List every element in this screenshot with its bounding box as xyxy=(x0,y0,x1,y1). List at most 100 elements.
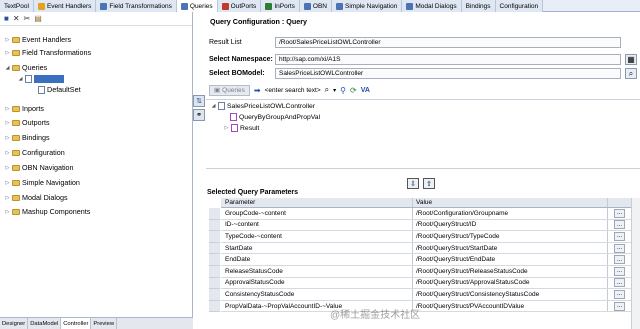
tree-item-bindings[interactable]: ▷ Bindings xyxy=(5,133,50,142)
row-selector[interactable] xyxy=(209,208,220,220)
tab-queries[interactable]: Queries xyxy=(176,0,218,12)
row-selector[interactable] xyxy=(209,300,220,313)
row-selector[interactable] xyxy=(209,289,220,301)
browse-button[interactable]: ... xyxy=(614,255,625,265)
query-tree-item[interactable]: ▷ Result xyxy=(224,124,259,132)
tab-configuration[interactable]: Configuration xyxy=(495,0,544,12)
result-list-field[interactable]: /Root/SalesPriceListOWLController xyxy=(275,37,621,48)
filter-icon[interactable]: VA xyxy=(361,87,370,94)
row-selector[interactable] xyxy=(209,219,220,232)
value-cell[interactable]: /Root/Configuration/Groupname xyxy=(413,208,608,219)
tree-item-simple-navigation[interactable]: ▷ Simple Navigation xyxy=(5,178,80,187)
namespace-select[interactable]: http://sap.com/xi/A1S xyxy=(275,54,621,65)
tab-obn[interactable]: OBN xyxy=(299,0,332,12)
browse-button[interactable]: ... xyxy=(614,220,625,230)
tab-outports[interactable]: OutPorts xyxy=(217,0,262,12)
expand-icon[interactable]: ▷ xyxy=(5,37,10,43)
tree-item-inports[interactable]: ▷ Inports xyxy=(5,104,44,113)
query-builder-icon[interactable]: ⇅ xyxy=(193,95,205,107)
tree-item-queries[interactable]: ◢ Queries xyxy=(5,63,48,72)
expand-icon[interactable]: ▷ xyxy=(5,209,10,215)
tab-event-handlers[interactable]: Event Handlers xyxy=(33,0,97,12)
tab-designer[interactable]: Designer xyxy=(0,318,29,329)
row-selector[interactable] xyxy=(209,254,220,266)
table-row[interactable]: ReleaseStatusCode /Root/QueryStruct/Rele… xyxy=(221,265,631,278)
tab-inports[interactable]: InPorts xyxy=(261,0,300,12)
browse-button[interactable]: ... xyxy=(614,278,625,288)
tab-field-transformations[interactable]: Field Transformations xyxy=(96,0,177,12)
value-cell[interactable]: /Root/QueryStruct/ConsistencyStatusCode xyxy=(413,289,608,300)
namespace-lookup-icon[interactable]: ▦ xyxy=(625,54,637,65)
row-selector[interactable] xyxy=(209,242,220,255)
column-header-value[interactable]: Value xyxy=(413,198,608,207)
browse-button[interactable]: ... xyxy=(614,301,625,311)
browse-button[interactable]: ... xyxy=(614,243,625,253)
expand-icon[interactable]: ▷ xyxy=(5,120,10,126)
tree-item-outports[interactable]: ▷ Outports xyxy=(5,118,50,127)
arrow-right-icon[interactable]: ➡ xyxy=(254,86,261,95)
collapse-icon[interactable]: ◢ xyxy=(211,103,216,109)
tree-item-field-transformations[interactable]: ▷ Field Transformations xyxy=(5,48,92,57)
value-cell[interactable]: /Root/QueryStruct/ReleaseStatusCode xyxy=(413,265,608,277)
table-row[interactable]: TypeCode-~content /Root/QueryStruct/Type… xyxy=(221,231,631,243)
tab-modal-dialogs[interactable]: Modal Dialogs xyxy=(402,0,462,12)
value-cell[interactable]: /Root/QueryStruct/EndDate xyxy=(413,254,608,265)
table-row[interactable]: ConsistencyStatusCode /Root/QueryStruct/… xyxy=(221,289,631,301)
column-header-parameter[interactable]: Parameter xyxy=(221,198,413,207)
browse-button[interactable]: ... xyxy=(614,289,625,299)
value-cell[interactable]: /Root/QueryStruct/ApprovalStatusCode xyxy=(413,277,608,289)
remove-parameter-icon[interactable]: ⇧ xyxy=(423,178,435,189)
refresh-icon[interactable]: ⟳ xyxy=(350,86,357,95)
expand-icon[interactable]: ▷ xyxy=(5,195,10,201)
tree-item-configuration[interactable]: ▷ Configuration xyxy=(5,148,65,157)
expand-icon[interactable]: ▷ xyxy=(5,165,10,171)
tab-bindings[interactable]: Bindings xyxy=(461,0,496,12)
tree-item-defaultset[interactable]: DefaultSet xyxy=(38,85,81,94)
tree-item-event-handlers[interactable]: ▷ Event Handlers xyxy=(5,35,72,44)
query-tree-root[interactable]: ◢ SalesPriceListOWLController xyxy=(211,102,315,110)
tab-simple-navigation[interactable]: Simple Navigation xyxy=(332,0,403,12)
add-parameter-icon[interactable]: ⇩ xyxy=(407,178,419,189)
table-row[interactable]: StartDate /Root/QueryStruct/StartDate ..… xyxy=(221,242,631,255)
value-cell[interactable]: /Root/QueryStruct/ID xyxy=(413,219,608,231)
browse-button[interactable]: ... xyxy=(614,266,625,276)
queries-button[interactable]: ▣ Queries xyxy=(209,84,250,96)
query-tree-item[interactable]: QueryByGroupAndPropVal xyxy=(230,113,320,121)
tree-item-obn-navigation[interactable]: ▷ OBN Navigation xyxy=(5,163,74,172)
value-cell[interactable]: /Root/QueryStruct/PVAccountIDValue xyxy=(413,300,608,312)
collapse-icon[interactable]: ◢ xyxy=(5,65,10,71)
save-icon[interactable]: ■ xyxy=(4,14,9,23)
expand-icon[interactable]: ▷ xyxy=(5,180,10,186)
tab-controller[interactable]: Controller xyxy=(61,318,92,329)
table-row[interactable]: GroupCode-~content /Root/Configuration/G… xyxy=(221,208,631,220)
expand-icon[interactable]: ▷ xyxy=(5,150,10,156)
tab-textpool[interactable]: TextPool xyxy=(0,0,34,12)
expand-icon[interactable]: ▷ xyxy=(5,50,10,56)
row-selector[interactable] xyxy=(209,266,220,278)
table-row[interactable]: PropValData-~PropValAccountID-~Value /Ro… xyxy=(221,300,631,313)
expand-icon[interactable]: ▷ xyxy=(224,125,229,131)
collapse-icon[interactable]: ◢ xyxy=(18,76,23,82)
paste-icon[interactable]: ▤ xyxy=(34,14,42,23)
expand-icon[interactable]: ▷ xyxy=(5,106,10,112)
value-cell[interactable]: /Root/QueryStruct/StartDate xyxy=(413,242,608,254)
tab-preview[interactable]: Preview xyxy=(91,318,118,329)
search-icon[interactable]: ⌕ xyxy=(325,85,329,95)
tree-item-mashup-components[interactable]: ▷ Mashup Components xyxy=(5,207,91,216)
table-row[interactable]: ApprovalStatusCode /Root/QueryStruct/App… xyxy=(221,277,631,290)
browse-button[interactable]: ... xyxy=(614,231,625,241)
delete-icon[interactable]: ✕ xyxy=(13,14,20,23)
search-icon[interactable]: ⌕ xyxy=(625,68,637,79)
find-icon[interactable]: ⚲ xyxy=(340,86,346,95)
row-selector[interactable] xyxy=(209,231,220,243)
binoculars-icon[interactable]: ⚭ xyxy=(193,109,205,121)
table-row[interactable]: EndDate /Root/QueryStruct/EndDate ... xyxy=(221,254,631,266)
cut-icon[interactable]: ✂ xyxy=(24,14,31,23)
expand-icon[interactable]: ▷ xyxy=(5,135,10,141)
tree-item-query-selected[interactable]: ◢ xyxy=(18,75,64,83)
row-selector[interactable] xyxy=(209,277,220,290)
dropdown-icon[interactable]: ▾ xyxy=(333,87,336,94)
table-row[interactable]: ID-~content /Root/QueryStruct/ID ... xyxy=(221,219,631,232)
browse-button[interactable]: ... xyxy=(614,208,625,218)
tree-item-modal-dialogs[interactable]: ▷ Modal Dialogs xyxy=(5,193,68,202)
